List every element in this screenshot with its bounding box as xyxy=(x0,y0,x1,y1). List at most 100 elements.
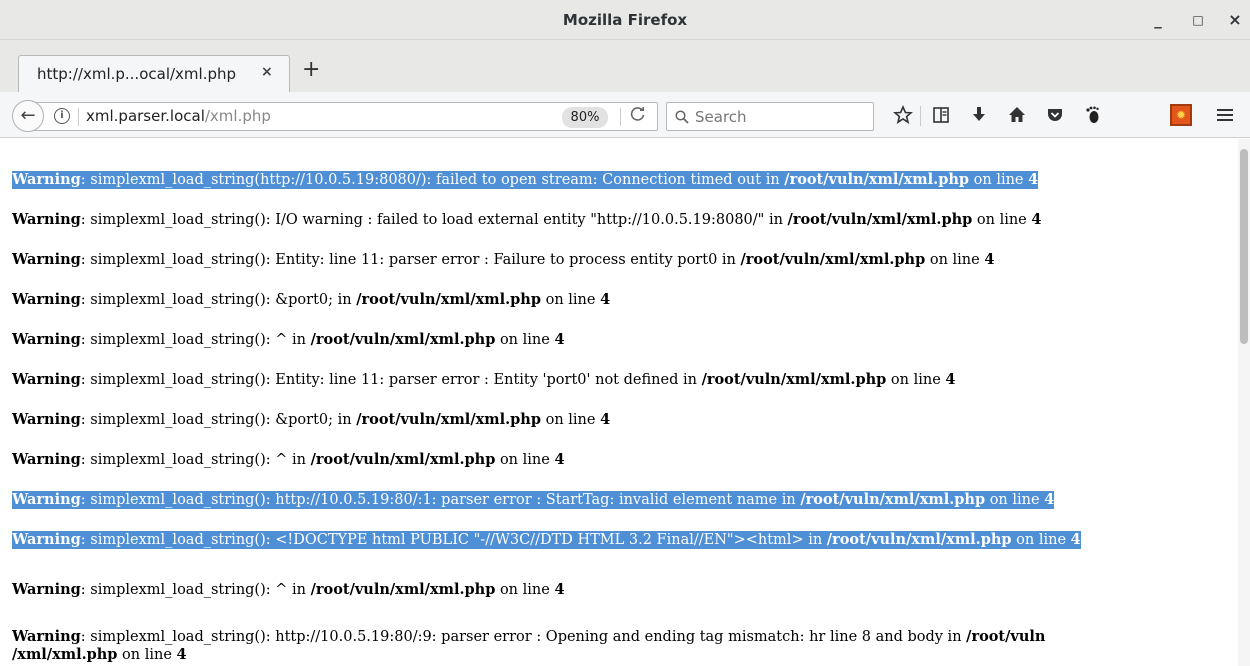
warning-message: : simplexml_load_string(): &port0; in xyxy=(80,292,357,308)
warning-line-number: 4 xyxy=(1070,531,1081,548)
tab-label: http://xml.p...ocal/xml.php xyxy=(37,65,237,83)
warning-line-number: 4 xyxy=(945,371,956,388)
warning-label: Warning xyxy=(12,211,81,228)
reader-list-icon[interactable] xyxy=(928,102,954,128)
warning-path: /root/vuln/xml/xml.php xyxy=(787,211,973,228)
url-host: xml.parser.local xyxy=(86,107,205,125)
warning-path-cont: /xml/xml.php xyxy=(12,646,118,663)
warning-path: /root/vuln/xml/xml.php xyxy=(356,411,541,428)
warning-line: Warning: simplexml_load_string(): http:/… xyxy=(12,491,1055,509)
home-icon[interactable] xyxy=(1004,102,1030,128)
warning-line: Warning: simplexml_load_string(http://10… xyxy=(12,171,1039,189)
warning-path: /root/vuln/xml/xml.php xyxy=(310,331,496,348)
warning-online: on line xyxy=(117,647,177,663)
download-icon[interactable] xyxy=(966,102,992,128)
warning-label: Warning xyxy=(12,371,81,388)
search-icon xyxy=(675,106,689,128)
warning-line-number: 4 xyxy=(554,331,565,348)
warning-message: : simplexml_load_string(): http://10.0.5… xyxy=(80,492,801,508)
warning-line: Warning: simplexml_load_string(): <!DOCT… xyxy=(12,531,1081,549)
warning-line-number: 4 xyxy=(984,251,995,268)
url-separator-2 xyxy=(620,108,621,126)
warning-path: /root/vuln/xml/xml.php xyxy=(701,371,887,388)
minimize-button[interactable]: _ xyxy=(1143,0,1173,40)
warning-line: Warning: simplexml_load_string(): ^ in /… xyxy=(12,451,565,469)
new-tab-button[interactable]: + xyxy=(302,58,320,82)
search-input[interactable]: Search xyxy=(666,102,874,131)
tab-active[interactable]: http://xml.p...ocal/xml.php × xyxy=(18,55,290,92)
tab-strip: http://xml.p...ocal/xml.php × + xyxy=(0,40,1250,92)
warning-line-number: 4 xyxy=(1031,211,1042,228)
warning-line-last: Warning: simplexml_load_string(): http:/… xyxy=(12,628,1045,664)
warning-online: on line xyxy=(972,212,1032,228)
warning-path: /root/vuln/xml/xml.php xyxy=(800,491,986,508)
warning-line: Warning: simplexml_load_string(): &port0… xyxy=(12,291,610,309)
warning-online: on line xyxy=(495,582,555,598)
warning-label: Warning xyxy=(12,291,81,308)
zoom-indicator[interactable]: 80% xyxy=(562,107,608,128)
warning-label: Warning xyxy=(12,411,81,428)
url-path: /xml.php xyxy=(204,107,271,125)
warning-message: : simplexml_load_string(): I/O warning :… xyxy=(80,212,788,228)
warning-line-number: 4 xyxy=(1044,491,1055,508)
warning-path: /root/vuln/xml/xml.php xyxy=(784,171,970,188)
warning-line: Warning: simplexml_load_string(): Entity… xyxy=(12,371,956,389)
extension-icon[interactable]: ✹ xyxy=(1170,104,1192,126)
warning-line: Warning: simplexml_load_string(): I/O wa… xyxy=(12,211,1041,229)
warning-path: /root/vuln/xml/xml.php xyxy=(826,531,1012,548)
warning-line-number: 4 xyxy=(600,291,611,308)
menu-icon[interactable] xyxy=(1212,102,1238,128)
url-separator xyxy=(78,108,79,126)
warning-path: /root/vuln/xml/xml.php xyxy=(310,581,496,598)
warning-label: Warning xyxy=(12,628,81,645)
warning-message: : simplexml_load_string(): &port0; in xyxy=(80,412,357,428)
star-icon[interactable] xyxy=(890,102,916,128)
warning-online: on line xyxy=(540,412,601,428)
warning-online: on line xyxy=(985,492,1045,508)
warning-message: : simplexml_load_string(): Entity: line … xyxy=(80,252,741,268)
warning-online: on line xyxy=(925,252,985,268)
warning-message: : simplexml_load_string(http://10.0.5.19… xyxy=(80,172,785,188)
warning-message: : simplexml_load_string(): http://10.0.5… xyxy=(80,629,967,645)
warning-message: : simplexml_load_string(): <!DOCTYPE htm… xyxy=(80,532,827,548)
warning-line-number: 4 xyxy=(176,646,187,663)
vertical-scrollbar[interactable] xyxy=(1238,139,1250,666)
close-window-button[interactable]: × xyxy=(1220,0,1250,40)
foot-icon[interactable] xyxy=(1080,102,1106,128)
scrollbar-thumb[interactable] xyxy=(1240,149,1248,344)
reload-icon[interactable] xyxy=(630,106,646,126)
warning-online: on line xyxy=(495,452,555,468)
warning-online: on line xyxy=(886,372,946,388)
window-titlebar: Mozilla Firefox _ □ × xyxy=(0,0,1250,40)
warning-label: Warning xyxy=(12,531,81,548)
warning-line: Warning: simplexml_load_string(): &port0… xyxy=(12,411,610,429)
warning-path: /root/vuln/xml/xml.php xyxy=(740,251,926,268)
tab-close-icon[interactable]: × xyxy=(261,64,273,80)
warning-label: Warning xyxy=(12,331,81,348)
url-bar[interactable]: i xml.parser.local/xml.php 80% xyxy=(34,102,658,131)
warning-path: /root/vuln/xml/xml.php xyxy=(356,291,541,308)
warning-message: : simplexml_load_string(): ^ in xyxy=(80,332,311,348)
search-placeholder: Search xyxy=(695,108,747,126)
warning-online: on line xyxy=(495,332,555,348)
warning-line-number: 4 xyxy=(554,451,565,468)
warning-line: Warning: simplexml_load_string(): ^ in /… xyxy=(12,581,565,599)
toolbar-separator xyxy=(920,106,921,126)
warning-label: Warning xyxy=(12,171,81,188)
warning-label: Warning xyxy=(12,251,81,268)
window-title: Mozilla Firefox xyxy=(562,11,688,29)
warning-line-number: 4 xyxy=(600,411,611,428)
maximize-button[interactable]: □ xyxy=(1183,0,1213,40)
warning-line: Warning: simplexml_load_string(): Entity… xyxy=(12,251,994,269)
back-button[interactable]: ← xyxy=(12,100,44,132)
warning-line: Warning: simplexml_load_string(): ^ in /… xyxy=(12,331,565,349)
warning-message: : simplexml_load_string(): ^ in xyxy=(80,582,311,598)
url-text[interactable]: xml.parser.local/xml.php xyxy=(86,107,271,125)
warning-online: on line xyxy=(969,172,1029,188)
navigation-toolbar: i xml.parser.local/xml.php 80% ← Search … xyxy=(0,92,1250,138)
warning-path: /root/vuln xyxy=(966,628,1046,645)
info-icon[interactable]: i xyxy=(54,108,70,124)
warning-label: Warning xyxy=(12,581,81,598)
warning-line-number: 4 xyxy=(554,581,565,598)
pocket-icon[interactable] xyxy=(1042,102,1068,128)
